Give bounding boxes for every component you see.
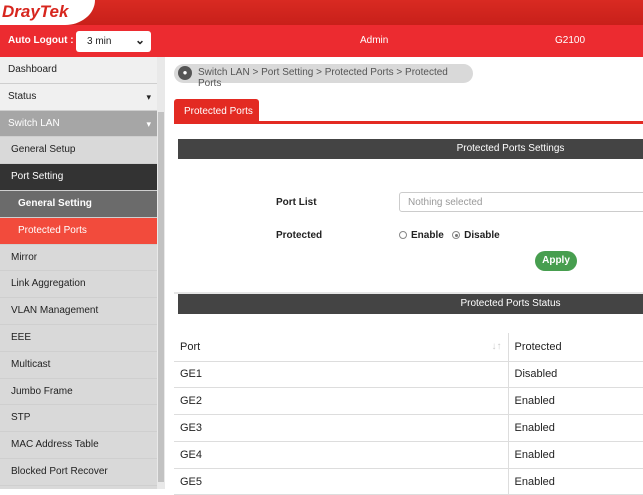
column-protected[interactable]: Protected [508,333,643,362]
sidebar-item-mirror[interactable]: Mirror [0,245,157,272]
label: General Setup [11,144,76,156]
apply-button[interactable]: Apply [535,251,577,271]
status-header: Protected Ports Status [178,294,643,314]
column-label: Port [180,340,201,353]
label: EEE [11,331,32,343]
label: Jumbo Frame [11,385,73,397]
table-row: GE1 Disabled [174,361,643,389]
sidebar: Dashboard Status ▾ Switch LAN ▾ General Se… [0,57,157,489]
sidebar-item-switch-lan[interactable]: Switch LAN ▾ [0,110,157,138]
table-header: Port ↓↑ Protected [174,333,643,362]
sidebar-item-stp[interactable]: STP [0,405,157,433]
radio-checked-icon [452,231,461,239]
protected-radio-group: Enable Disable [399,230,500,241]
table-row: GE4 Enabled [174,441,643,469]
sidebar-item-multicast[interactable]: Multicast [0,352,157,379]
port-cell: GE5 [174,468,509,495]
tab-protected-ports[interactable]: Protected Ports [174,99,259,123]
sidebar-item-jumbo-frame[interactable]: Jumbo Frame [0,379,157,406]
label: Multicast [11,358,51,370]
protected-cell: Enabled [508,414,643,442]
sidebar-item-general-setting[interactable]: General Setting [0,190,157,218]
logo-area: DrayTek [0,0,95,25]
sidebar-scrollbar-thumb[interactable] [158,112,164,482]
label: Link Aggregation [11,278,86,290]
breadcrumb-text: Switch LAN > Port Setting > Protected Po… [198,67,448,89]
auto-logout-select[interactable]: 3 min ⌄ [76,31,151,52]
protected-cell: Enabled [508,441,643,469]
port-cell: GE2 [174,387,509,416]
label: STP [11,412,31,424]
sidebar-item-protected-ports[interactable]: Protected Ports [0,217,157,245]
label: General Setting [18,197,92,209]
top-banner [0,0,643,25]
sidebar-item-dashboard[interactable]: Dashboard [0,57,157,84]
table-row: GE2 Enabled [174,387,643,416]
protected-cell: Enabled [508,468,643,495]
status-table: Port ↓↑ Protected GE1 Disabled GE2 Enabled … [174,333,643,495]
disable-label: Disable [464,230,500,241]
port-cell: GE3 [174,414,509,442]
enable-label: Enable [411,230,444,241]
label: Port Setting [11,171,64,183]
protected-cell: Disabled [508,361,643,389]
expand-icon: ▾ [146,91,151,102]
enable-radio[interactable]: Enable [399,230,444,241]
label: Mirror [11,251,38,263]
protected-label: Protected [276,230,323,241]
label: Blocked Port Recover [11,465,108,477]
sort-icon[interactable]: ↓↑ [492,341,502,352]
user-name: Admin [360,35,389,46]
auto-logout-label: Auto Logout : [8,35,74,46]
protected-cell: Enabled [508,387,643,416]
label: Protected Ports [18,224,87,236]
sidebar-item-vlan-management[interactable]: VLAN Management [0,298,157,325]
radio-icon [399,231,407,239]
label: Switch LAN [8,117,60,129]
settings-header: Protected Ports Settings [178,139,643,159]
sidebar-item-blocked-port-recover[interactable]: Blocked Port Recover [0,459,157,486]
port-cell: GE4 [174,441,509,469]
chevron-down-icon: ⌄ [134,33,145,47]
auto-logout-value: 3 min [87,36,112,47]
disable-radio[interactable]: Disable [452,230,500,241]
table-row: GE3 Enabled [174,414,643,442]
sidebar-item-mac-address-table[interactable]: MAC Address Table [0,432,157,459]
model-name: G2100 [555,35,586,46]
table-row: GE5 Enabled [174,468,643,495]
collapse-icon: ▾ [146,118,151,129]
column-port[interactable]: Port ↓↑ [174,333,509,362]
location-pin-icon: ● [178,66,192,80]
sidebar-item-link-aggregation[interactable]: Link Aggregation [0,271,157,299]
label: Dashboard [8,64,57,75]
tab-underline [174,121,643,124]
sidebar-item-general-setup[interactable]: General Setup [0,137,157,165]
sidebar-item-port-setting[interactable]: Port Setting [0,164,157,191]
label: Status [8,90,37,102]
sidebar-item-eee[interactable]: EEE [0,325,157,352]
label: MAC Address Table [11,439,99,451]
breadcrumb: ● Switch LAN > Port Setting > Protected P… [174,64,473,89]
label: VLAN Management [11,305,99,317]
port-list-label: Port List [276,197,317,208]
header-bar: Auto Logout : 3 min ⌄ Admin G2100 [0,25,643,57]
sidebar-item-status[interactable]: Status ▾ [0,83,157,111]
draytek-logo: DrayTek [2,2,69,21]
port-list-select[interactable]: Nothing selected [399,192,643,212]
port-cell: GE1 [174,361,509,389]
